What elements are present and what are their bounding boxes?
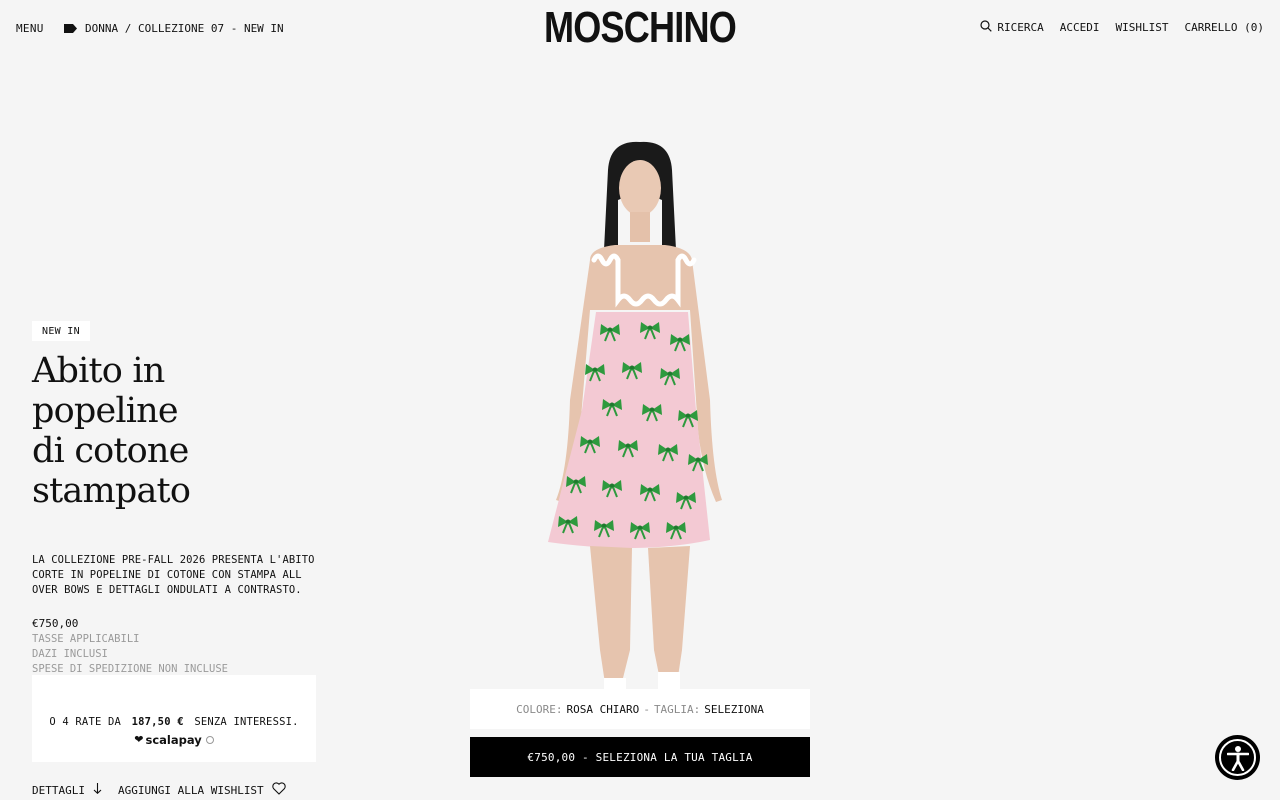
wishlist-link[interactable]: WISHLIST — [1116, 21, 1169, 34]
product-title: Abito in popeline di cotone stampato — [32, 351, 316, 511]
color-label: COLORE: — [516, 702, 563, 716]
scalapay-widget[interactable]: O 4 RATE DA 187,50 € SENZA INTERESSI. ❤ … — [32, 675, 316, 762]
color-value[interactable]: ROSA CHIARO — [566, 703, 639, 716]
search-icon — [980, 20, 993, 35]
tag-icon — [64, 24, 77, 33]
login-link[interactable]: ACCEDI — [1060, 21, 1100, 34]
menu-button[interactable]: MENU — [16, 22, 44, 35]
details-label: DETTAGLI — [32, 783, 85, 797]
heart-outline-icon — [271, 782, 286, 798]
heart-icon: ❤ — [134, 733, 144, 746]
add-to-wishlist-link[interactable]: AGGIUNGI ALLA WISHLIST — [118, 782, 286, 798]
scalapay-amount: 187,50 € — [131, 716, 184, 728]
info-icon[interactable] — [205, 735, 214, 744]
site-header: MENU DONNA / COLLEZIONE 07 - NEW IN MOSC… — [0, 0, 1280, 60]
product-description: LA COLLEZIONE PRE-FALL 2026 PRESENTA L'A… — [32, 554, 315, 596]
new-in-badge: NEW IN — [32, 321, 90, 341]
separator: - — [643, 702, 650, 716]
variant-selector[interactable]: COLORE: ROSA CHIARO - TAGLIA: SELEZIONA — [470, 689, 810, 729]
tax-note: TASSE APPLICABILI — [32, 633, 140, 645]
accessibility-button[interactable] — [1215, 735, 1260, 780]
select-size-button[interactable]: €750,00 - SELEZIONA LA TUA TAGLIA — [470, 737, 810, 777]
details-link[interactable]: DETTAGLI — [32, 783, 102, 797]
product-price: €750,00 — [32, 617, 79, 630]
size-label: TAGLIA: — [653, 702, 701, 716]
title-line: di cotone — [32, 431, 189, 471]
header-actions: RICERCA ACCEDI WISHLIST CARRELLO (0) — [980, 20, 1264, 35]
duties-note: DAZI INCLUSI — [32, 648, 108, 660]
cart-link[interactable]: CARRELLO (0) — [1185, 21, 1264, 34]
title-line: stampato — [32, 471, 191, 511]
search-label: RICERCA — [997, 21, 1044, 34]
product-page: MENU DONNA / COLLEZIONE 07 - NEW IN MOSC… — [0, 0, 1280, 800]
add-wishlist-label: AGGIUNGI ALLA WISHLIST — [117, 783, 264, 797]
size-value[interactable]: SELEZIONA — [704, 703, 764, 716]
scalapay-logo: ❤ scalapay — [134, 732, 214, 747]
scalapay-text: O 4 RATE DA 187,50 € SENZA INTERESSI. — [32, 716, 316, 728]
accessibility-icon — [1219, 739, 1256, 776]
title-line: Abito in popeline — [32, 351, 179, 431]
scalapay-brand: scalapay — [145, 732, 202, 747]
product-info: NEW IN Abito in popeline di cotone stamp… — [32, 319, 316, 677]
scalapay-prefix: O 4 RATE DA — [49, 716, 122, 728]
search-button[interactable]: RICERCA — [980, 20, 1044, 35]
product-links: DETTAGLI AGGIUNGI ALLA WISHLIST — [32, 782, 286, 798]
arrow-down-icon — [93, 783, 102, 797]
scalapay-suffix: SENZA INTERESSI. — [194, 716, 299, 728]
